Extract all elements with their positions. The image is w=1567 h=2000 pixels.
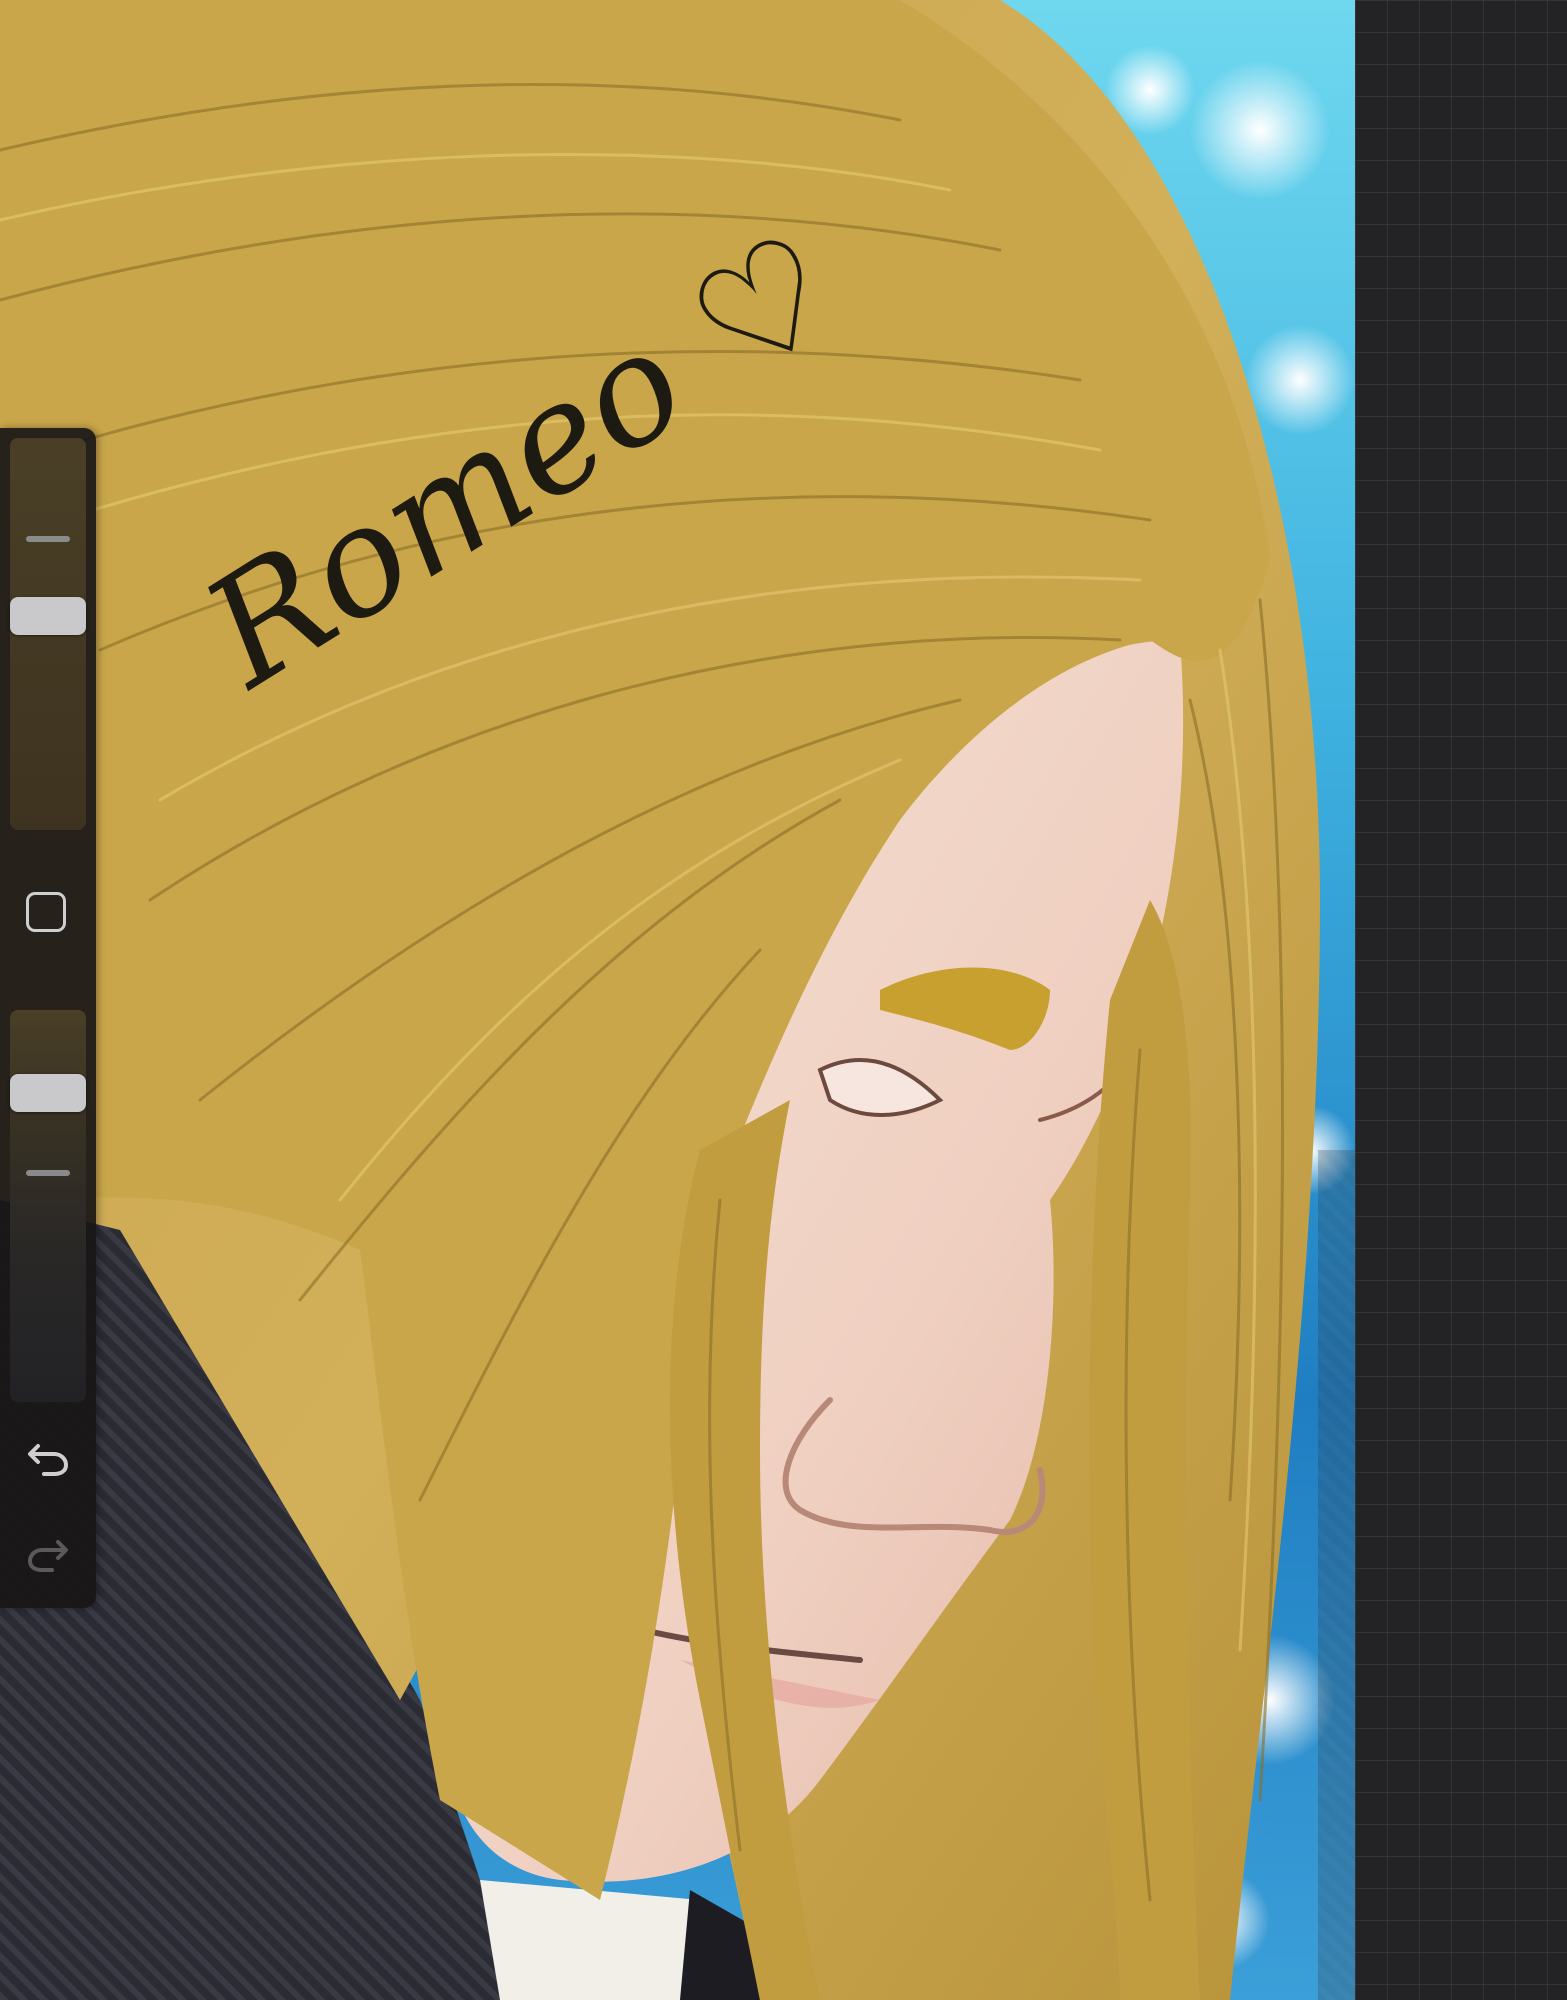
drawing-canvas[interactable]: Romeo ♡ [0,0,1355,2000]
brush-size-thumb[interactable] [10,597,86,635]
artwork: Romeo ♡ [0,0,1355,2000]
undo-button[interactable] [24,1432,72,1480]
brush-opacity-thumb[interactable] [10,1074,86,1112]
brush-opacity-slider[interactable] [10,1010,86,1402]
undo-arrow-icon [28,1444,69,1476]
procreate-app: Romeo ♡ [0,0,1567,2000]
workspace-grid [1355,0,1567,2000]
redo-button[interactable] [24,1528,72,1576]
size-slider-tick [26,536,70,542]
redo-arrow-icon [27,1540,68,1572]
canvas-edge-hatching [1318,1150,1355,2000]
brush-size-slider[interactable] [10,438,86,830]
opacity-slider-tick [26,1170,70,1176]
left-sidebar [0,428,96,1608]
square-modify-button[interactable] [26,892,66,932]
